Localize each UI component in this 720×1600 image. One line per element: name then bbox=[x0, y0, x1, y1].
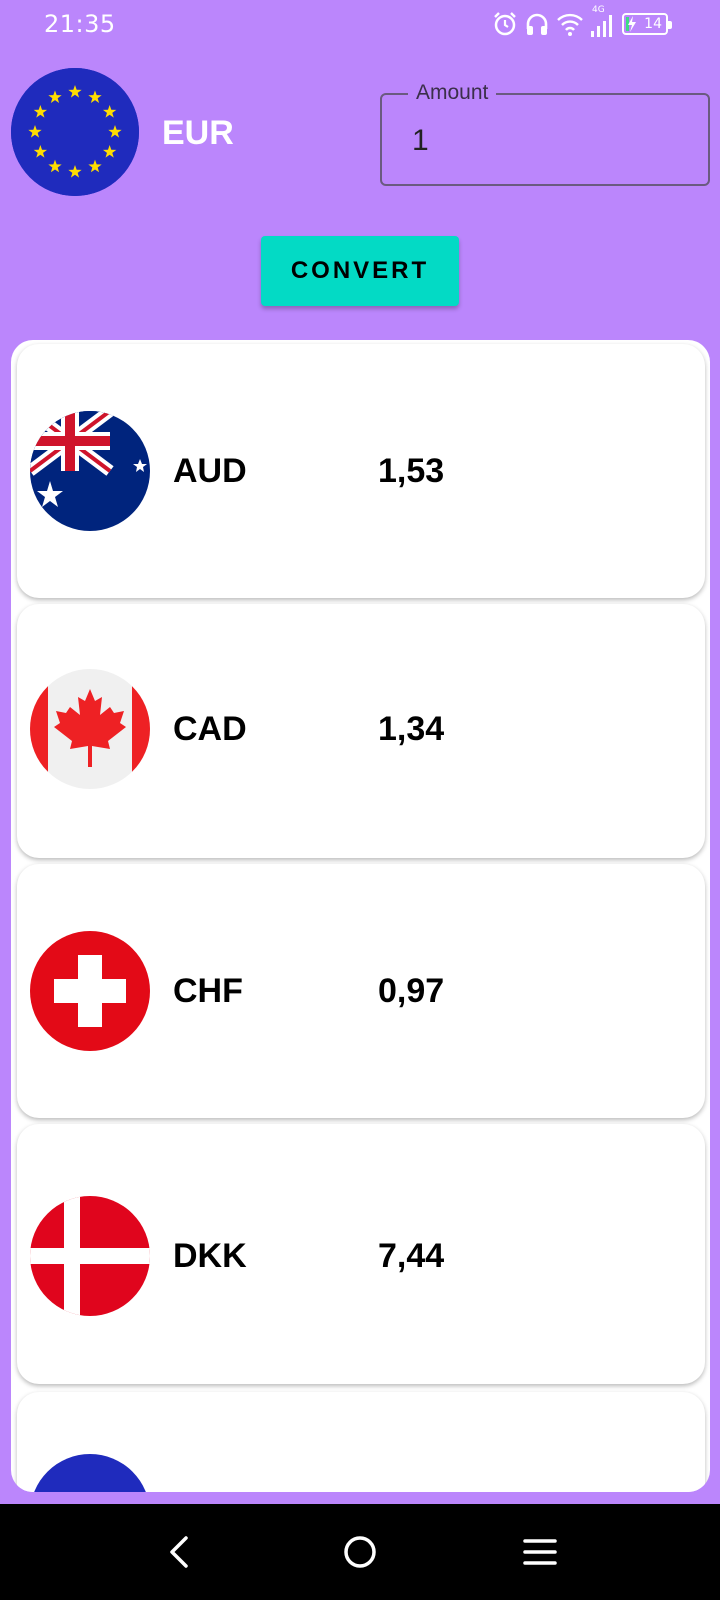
status-icons: 4G 14 bbox=[492, 5, 672, 39]
home-icon[interactable] bbox=[340, 1532, 380, 1572]
amount-input[interactable] bbox=[412, 121, 692, 161]
menu-icon[interactable] bbox=[520, 1532, 560, 1572]
currency-rate: 7,44 bbox=[378, 1237, 445, 1275]
currency-code: CAD bbox=[173, 710, 247, 748]
rate-card-dkk[interactable]: DKK 7,44 bbox=[17, 1124, 705, 1384]
navigation-bar bbox=[0, 1504, 720, 1600]
wifi-icon bbox=[557, 13, 583, 36]
rate-card-cad[interactable]: CAD 1,34 bbox=[17, 604, 705, 858]
alarm-icon bbox=[494, 12, 516, 36]
currency-code: CHF bbox=[173, 972, 243, 1010]
currency-rate: 1,34 bbox=[378, 710, 445, 748]
canada-flag-icon bbox=[30, 669, 150, 789]
base-currency-code[interactable]: EUR bbox=[162, 114, 234, 153]
amount-label: Amount bbox=[408, 81, 497, 105]
switzerland-flag-icon bbox=[30, 931, 150, 1051]
eu-flag-icon bbox=[11, 68, 139, 196]
currency-code: DKK bbox=[173, 1237, 247, 1275]
australia-flag-icon bbox=[30, 411, 150, 531]
rate-card-chf[interactable]: CHF 0,97 bbox=[17, 864, 705, 1118]
rate-card-aud[interactable]: AUD 1,53 bbox=[17, 344, 705, 598]
currency-rate: 1,53 bbox=[378, 452, 445, 490]
amount-field[interactable]: Amount bbox=[380, 81, 710, 186]
rates-list[interactable]: AUD 1,53 CAD 1,34 CHF 0,97 DKK 7,44 bbox=[11, 340, 710, 1492]
headphones-icon bbox=[526, 13, 548, 35]
status-time: 21:35 bbox=[44, 10, 116, 38]
back-icon[interactable] bbox=[160, 1532, 200, 1572]
status-bar: 21:35 4G 14 bbox=[0, 0, 720, 48]
currency-rate: 0,97 bbox=[378, 972, 445, 1010]
partial-flag-icon bbox=[30, 1454, 150, 1492]
currency-code: AUD bbox=[173, 452, 247, 490]
denmark-flag-icon bbox=[30, 1196, 150, 1316]
rate-card-partial[interactable] bbox=[17, 1392, 705, 1492]
cell-signal-icon: 4G bbox=[590, 5, 616, 39]
battery-icon: 14 bbox=[622, 13, 672, 35]
convert-button[interactable]: CONVERT bbox=[261, 236, 459, 306]
battery-level: 14 bbox=[644, 16, 662, 32]
